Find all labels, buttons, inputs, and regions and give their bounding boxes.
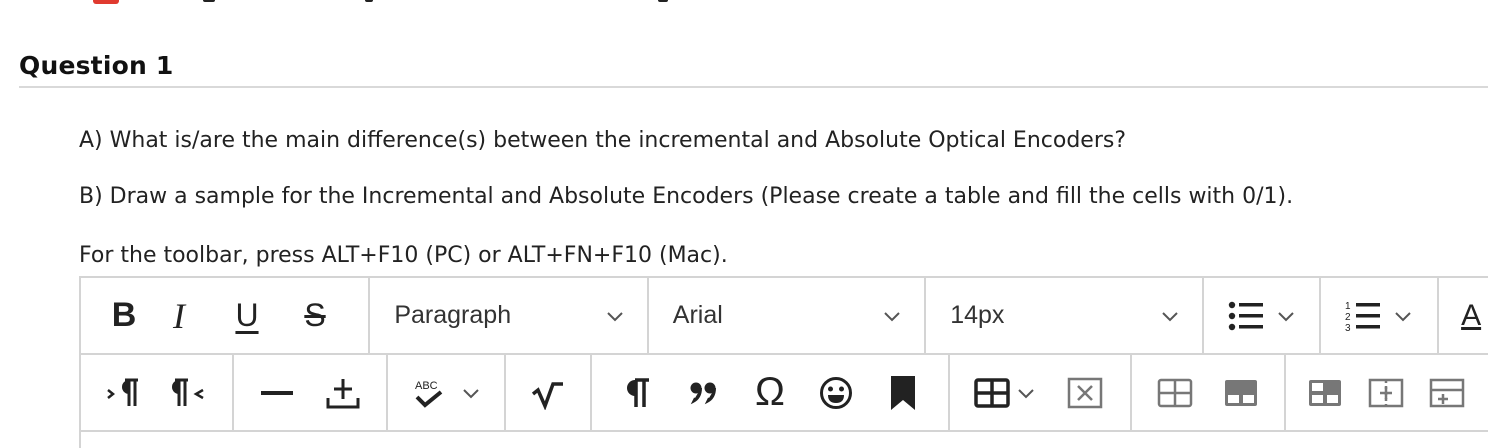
bookmark-icon [890, 375, 915, 410]
question-part-a: A) What is/are the main difference(s) be… [79, 128, 1127, 153]
bullet-list-icon [1228, 301, 1263, 330]
emoji-button[interactable] [809, 355, 863, 430]
cropped-text-fragment [203, 0, 215, 2]
toolbar-row-2: ABC Ω [81, 355, 1488, 432]
text-color-button[interactable]: A [1439, 278, 1488, 353]
toolbar-hint: For the toolbar, press ALT+F10 (PC) or A… [79, 243, 728, 268]
special-character-button[interactable]: Ω [743, 355, 797, 430]
chevron-down-icon [884, 311, 900, 321]
right-to-left-icon [172, 378, 204, 406]
strikethrough-icon: S [304, 297, 326, 333]
table-cell-props-button[interactable] [1147, 355, 1203, 430]
table-cell-icon [1157, 378, 1193, 407]
emoji-icon [820, 376, 853, 409]
svg-text:1: 1 [1345, 301, 1351, 312]
pilcrow-icon [627, 377, 650, 407]
direction-group [81, 355, 234, 430]
bold-icon: B [111, 296, 137, 334]
left-to-right-icon [106, 378, 138, 406]
strikethrough-button[interactable]: S [281, 278, 349, 353]
chevron-down-icon [1395, 311, 1411, 321]
chevron-down-icon [1277, 311, 1294, 321]
numbered-list-button[interactable]: 1 2 3 [1321, 278, 1440, 353]
spellcheck-icon: ABC [415, 380, 443, 408]
table-split-button[interactable] [1297, 355, 1353, 430]
font-size-value: 14px [950, 301, 1005, 329]
quote-icon [690, 382, 716, 404]
math-button[interactable] [506, 355, 592, 430]
horizontal-line-button[interactable] [249, 355, 305, 430]
paragraph-mark-button[interactable] [610, 355, 664, 430]
question-part-b: B) Draw a sample for the Incremental and… [79, 184, 1294, 209]
table-split-icon [1308, 379, 1341, 406]
rtl-button[interactable] [161, 355, 217, 430]
italic-button[interactable]: I [145, 278, 213, 353]
square-root-icon [531, 381, 563, 410]
paragraph-format-select[interactable]: Paragraph [370, 278, 649, 353]
spellcheck-button[interactable]: ABC [388, 355, 506, 430]
question-title: Question 1 [19, 51, 174, 80]
ltr-button[interactable] [96, 355, 152, 430]
table-cell-group [1132, 355, 1286, 430]
bold-button[interactable]: B [103, 278, 145, 353]
table-row-props-button[interactable] [1213, 355, 1269, 430]
insert-content-button[interactable] [315, 355, 371, 430]
cropped-text-fragment [658, 0, 668, 2]
chevron-down-icon [463, 388, 479, 398]
font-family-select[interactable]: Arial [649, 278, 927, 353]
red-marker-icon [93, 0, 119, 4]
table-insert-col-button[interactable] [1419, 355, 1475, 430]
table-insert-row-button[interactable] [1358, 355, 1414, 430]
question-divider [19, 86, 1488, 88]
horizontal-line-icon [261, 390, 293, 395]
insert-misc-group: Ω [592, 355, 950, 430]
table-row-icon [1225, 379, 1257, 406]
font-size-select[interactable]: 14px [926, 278, 1204, 353]
blockquote-button[interactable] [677, 355, 731, 430]
text-color-icon: A [1461, 298, 1482, 332]
table-group [950, 355, 1132, 430]
chevron-down-icon [607, 311, 623, 321]
table-button[interactable] [965, 355, 1045, 430]
toolbar-row-1: B I U S Paragraph Arial 14px 1 2 3 A [81, 278, 1488, 355]
chevron-down-icon [1161, 311, 1178, 321]
bullet-list-button[interactable] [1204, 278, 1322, 353]
delete-table-icon [1067, 377, 1103, 408]
format-group: B I U S [81, 278, 371, 353]
omega-icon: Ω [755, 370, 785, 414]
rich-text-editor: B I U S Paragraph Arial 14px 1 2 3 A ABC… [79, 276, 1488, 448]
bookmark-button[interactable] [876, 355, 930, 430]
numbered-list-icon: 1 2 3 [1345, 301, 1381, 332]
svg-text:3: 3 [1345, 323, 1351, 332]
font-family-value: Arial [672, 301, 723, 329]
underline-button[interactable]: U [213, 278, 281, 353]
cropped-text-fragment [365, 0, 373, 2]
underline-icon: U [235, 297, 259, 333]
svg-text:2: 2 [1345, 312, 1351, 323]
top-cropped-strip [0, 0, 1488, 10]
insert-plus-icon [326, 378, 360, 408]
chevron-down-icon [1018, 388, 1034, 398]
table-icon [974, 377, 1010, 408]
delete-table-button[interactable] [1055, 355, 1115, 430]
table-insert-row-icon [1368, 378, 1404, 407]
italic-icon: I [173, 295, 185, 336]
table-insert-col-icon [1430, 378, 1465, 407]
insert-group [234, 355, 388, 430]
paragraph-format-value: Paragraph [394, 301, 512, 329]
table-edit-group [1286, 355, 1486, 430]
svg-text:ABC: ABC [415, 380, 438, 392]
